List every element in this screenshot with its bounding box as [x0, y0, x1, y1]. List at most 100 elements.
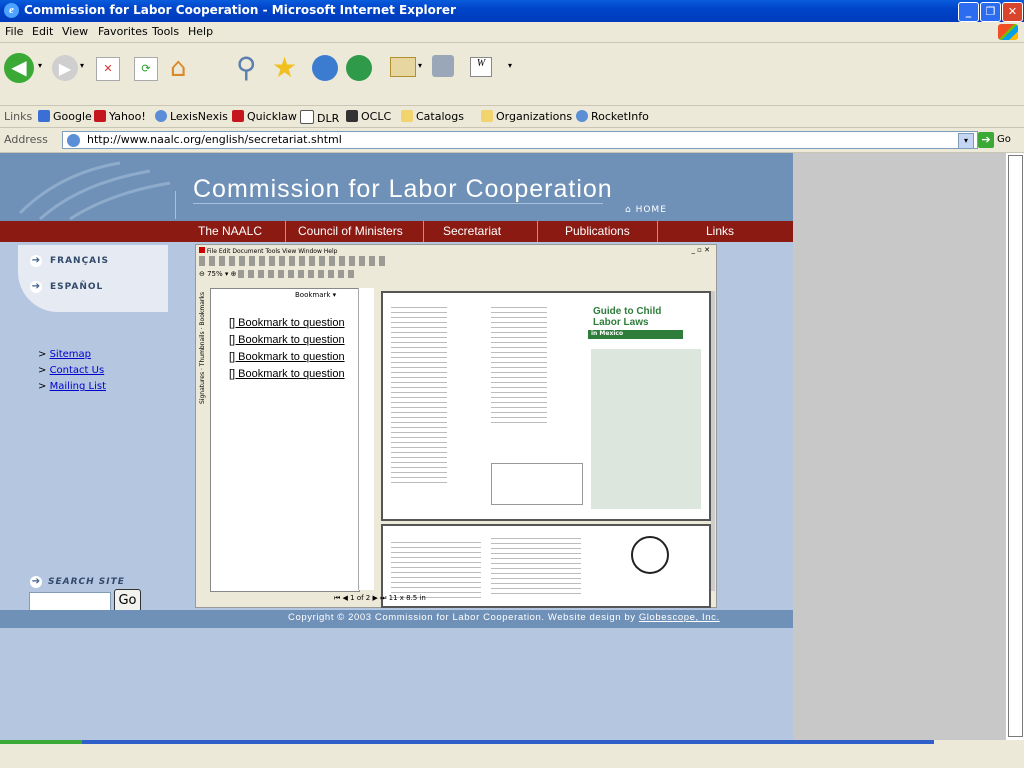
pdf-scrollbar[interactable]: [711, 291, 715, 591]
mail-dropdown-icon[interactable]: ▾: [418, 61, 422, 70]
edit-dropdown-icon[interactable]: ▾: [508, 61, 512, 70]
scrollbar-thumb[interactable]: [1008, 155, 1023, 737]
nav-separator: [423, 221, 424, 242]
forward-dropdown-icon[interactable]: ▾: [80, 61, 84, 70]
sitemap-link[interactable]: > Sitemap: [38, 349, 91, 360]
menu-tools[interactable]: Tools: [152, 25, 179, 38]
pdf-toolbar-row2[interactable]: [238, 270, 358, 278]
mail-icon[interactable]: [390, 57, 416, 77]
left-column: ➔ FRANÇAIS ➔ ESPAÑOL > Sitemap > Contact…: [0, 242, 168, 613]
link-oclc[interactable]: OCLC: [346, 110, 391, 123]
title-bar: e Commission for Labor Cooperation - Mic…: [0, 0, 1024, 22]
pdf-side-tabs[interactable]: Signatures · Thumbnails · Bookmarks: [199, 288, 209, 408]
edit-word-icon[interactable]: W: [470, 57, 492, 77]
mailing-list-label[interactable]: Mailing List: [50, 381, 106, 392]
close-button[interactable]: ✕: [1002, 2, 1023, 22]
link-lexisnexis[interactable]: LexisNexis: [155, 110, 228, 123]
bookmark-item[interactable]: [] Bookmark to question: [229, 351, 345, 363]
pdf-page-1: Guide to Child Labor Laws in Mexico: [381, 291, 711, 521]
link-label: Catalogs: [416, 110, 464, 123]
pdf-scroll-area: [358, 288, 374, 590]
address-input[interactable]: http://www.naalc.org/english/secretariat…: [62, 131, 978, 149]
embedded-pdf-viewer[interactable]: File Edit Document Tools View Window Hel…: [195, 244, 717, 608]
menu-view[interactable]: View: [62, 25, 88, 38]
sitemap-label[interactable]: Sitemap: [50, 349, 91, 360]
media-icon[interactable]: [312, 55, 338, 81]
folder-icon: [481, 110, 493, 122]
site-title: Commission for Labor Cooperation: [193, 175, 613, 203]
header-decoration-icon: [18, 161, 171, 221]
window-title: Commission for Labor Cooperation - Micro…: [24, 3, 456, 17]
nav-naalc[interactable]: The NAALC: [198, 224, 262, 238]
bookmark-item[interactable]: [] Bookmark to question: [229, 317, 345, 329]
nav-publications[interactable]: Publications: [565, 224, 630, 238]
favorites-icon[interactable]: ★: [272, 51, 297, 84]
bookmark-item[interactable]: [] Bookmark to question: [229, 334, 345, 346]
print-icon[interactable]: [432, 55, 454, 77]
stop-icon[interactable]: ✕: [96, 57, 120, 81]
tab-signatures[interactable]: Signatures: [199, 372, 206, 404]
contact-link[interactable]: > Contact Us: [38, 365, 104, 376]
search-label: SEARCH SITE: [48, 577, 125, 587]
search-icon[interactable]: ⚲: [236, 51, 257, 84]
mailing-list-link[interactable]: > Mailing List: [38, 381, 106, 392]
designer-link[interactable]: Globescope, Inc.: [639, 612, 720, 623]
google-icon: [38, 110, 50, 122]
link-organizations[interactable]: Organizations: [481, 110, 572, 123]
address-go-button[interactable]: Go: [997, 134, 1011, 145]
link-label: RocketInfo: [591, 110, 649, 123]
pdf-page-nav[interactable]: ⏮ ◀ 1 of 2 ▶ ⏭ 11 x 8.5 in: [334, 594, 426, 603]
bookmark-menu[interactable]: Bookmark ▾: [295, 291, 336, 299]
link-google[interactable]: Google: [38, 110, 92, 123]
home-icon[interactable]: ⌂: [170, 53, 187, 83]
lang-french[interactable]: FRANÇAIS: [50, 256, 109, 266]
ie-icon: e: [4, 3, 19, 18]
link-catalogs[interactable]: Catalogs: [401, 110, 464, 123]
menu-favorites[interactable]: Favorites: [98, 25, 148, 38]
maximize-button[interactable]: ❐: [980, 2, 1001, 22]
tab-thumbnails[interactable]: Thumbnails: [199, 331, 206, 366]
back-dropdown-icon[interactable]: ▾: [38, 61, 42, 70]
history-icon[interactable]: [346, 55, 372, 81]
guide-subtitle: in Mexico: [588, 330, 683, 339]
taskbar-start-edge: [0, 740, 82, 744]
pdf-menu: File Edit Document Tools View Window Hel…: [199, 247, 337, 255]
home-link[interactable]: ⌂ HOME: [625, 205, 667, 215]
link-label: Yahoo!: [109, 110, 146, 123]
link-label: LexisNexis: [170, 110, 228, 123]
go-arrow-icon[interactable]: ➔: [978, 132, 994, 148]
bookmark-item[interactable]: [] Bookmark to question: [229, 368, 345, 380]
arrow-right-icon: ➔: [30, 281, 42, 293]
lang-spanish[interactable]: ESPAÑOL: [50, 282, 103, 292]
forward-icon[interactable]: ▶: [52, 55, 78, 81]
pdf-window-controls[interactable]: _ ▫ ✕: [691, 246, 710, 254]
back-icon[interactable]: ◀: [4, 53, 34, 83]
pdf-toolbar-row1[interactable]: [199, 256, 389, 266]
tab-bookmarks[interactable]: Bookmarks: [199, 292, 206, 326]
address-dropdown-icon[interactable]: ▾: [958, 133, 974, 149]
link-yahoo[interactable]: Yahoo!: [94, 110, 146, 123]
nav-links[interactable]: Links: [706, 224, 734, 238]
link-quicklaw[interactable]: Quicklaw: [232, 110, 297, 123]
link-dlr[interactable]: DLR: [300, 110, 339, 125]
link-rocketinfo[interactable]: RocketInfo: [576, 110, 649, 123]
pdf-page-size: 11 x 8.5 in: [388, 594, 426, 602]
contact-label[interactable]: Contact Us: [50, 365, 105, 376]
pdf-zoom[interactable]: ⊖ 75% ▾ ⊕: [199, 270, 237, 278]
pdf-text-column: [491, 303, 547, 423]
menu-help[interactable]: Help: [188, 25, 213, 38]
page-scrollbar[interactable]: [1005, 153, 1024, 740]
link-label: Quicklaw: [247, 110, 297, 123]
refresh-icon[interactable]: ⟳: [134, 57, 158, 81]
pdf-text-column: [391, 303, 447, 483]
menu-file[interactable]: File: [5, 25, 23, 38]
guide-title: Guide to Child Labor Laws: [593, 306, 662, 328]
main-nav: The NAALC Council of Ministers Secretari…: [0, 221, 793, 242]
nav-council[interactable]: Council of Ministers: [298, 224, 403, 238]
bookmarks-panel: Bookmark ▾ [] Bookmark to question [] Bo…: [210, 288, 360, 592]
minimize-button[interactable]: _: [958, 2, 979, 22]
menu-edit[interactable]: Edit: [32, 25, 53, 38]
address-url: http://www.naalc.org/english/secretariat…: [87, 133, 342, 146]
nav-separator: [537, 221, 538, 242]
nav-secretariat[interactable]: Secretariat: [443, 224, 501, 238]
